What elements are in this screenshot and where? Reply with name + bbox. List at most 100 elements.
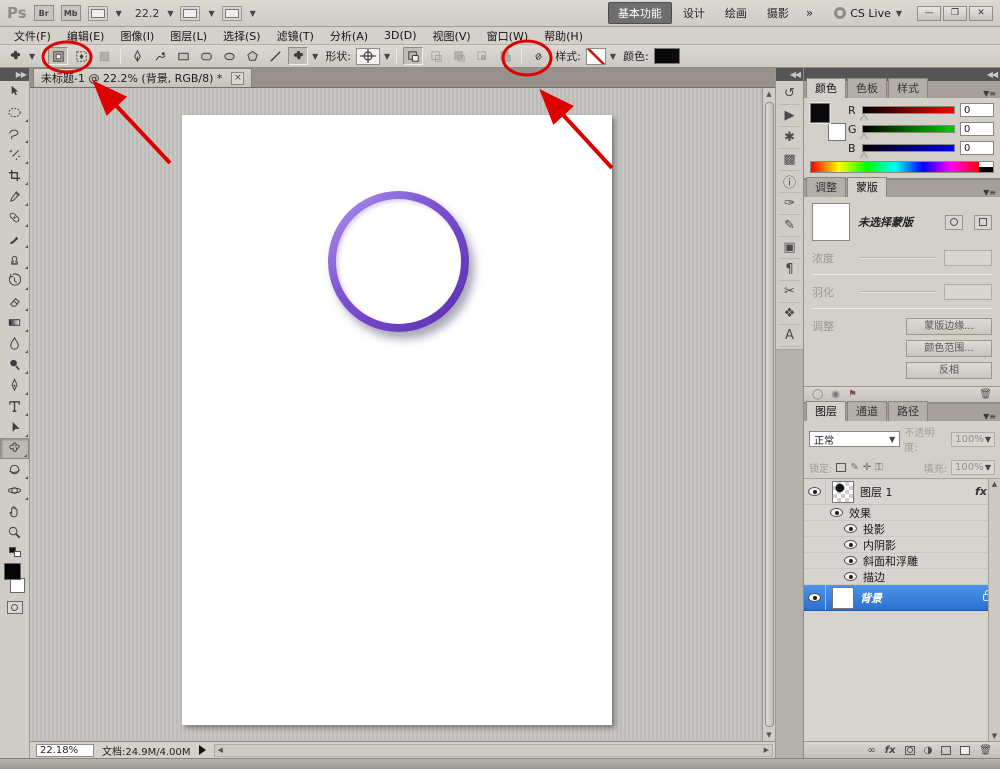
shape-color-swatch[interactable] [654, 48, 680, 64]
vertical-scroll-thumb[interactable] [765, 102, 774, 727]
background-name[interactable]: 背景 [860, 590, 983, 606]
canvas-page[interactable] [182, 115, 612, 725]
layer-row-background[interactable]: 背景 [804, 585, 1000, 611]
layer-style-fx-badge[interactable]: fx [975, 485, 987, 498]
layers-panel-menu-icon[interactable]: ▼≡ [979, 412, 1000, 421]
drop-shadow-row[interactable]: 投影 [804, 521, 1000, 537]
tab-styles[interactable]: 样式 [888, 78, 928, 98]
layers-scrollbar[interactable]: ▲ ▼ [988, 479, 1000, 741]
tab-adjustments[interactable]: 调整 [806, 177, 846, 197]
polygon-tool-button[interactable] [242, 47, 262, 65]
rectangle-tool-button[interactable] [173, 47, 193, 65]
blue-slider[interactable] [862, 144, 955, 152]
tab-swatches[interactable]: 色板 [847, 78, 887, 98]
shape-tools-dropdown-arrow[interactable]: ▼ [312, 52, 318, 61]
layers-scroll-up-icon[interactable]: ▲ [992, 480, 997, 488]
history-panel-icon[interactable]: ↺ [779, 83, 801, 105]
screen-mode-dropdown-arrow[interactable]: ▼ [250, 9, 256, 18]
canvas-horizontal-scrollbar[interactable]: ◀ ▶ [214, 744, 773, 757]
background-color-swatch[interactable] [10, 578, 25, 593]
stroke-row[interactable]: 描边 [804, 569, 1000, 585]
create-new-shape-layer-button[interactable] [403, 47, 423, 65]
hand-tool[interactable] [0, 501, 29, 522]
brush-tool[interactable] [0, 228, 29, 249]
spot-healing-brush-tool[interactable] [0, 207, 29, 228]
status-options-arrow-icon[interactable] [199, 745, 206, 755]
freeform-pen-tool-button[interactable] [150, 47, 170, 65]
blend-mode-select[interactable]: 正常 ▼ [809, 431, 900, 447]
view-extras-dropdown-arrow[interactable]: ▼ [116, 9, 122, 18]
layer-row-layer1[interactable]: 图层 1 fx ▲ [804, 479, 1000, 505]
menu-image[interactable]: 图像(I) [112, 28, 162, 44]
menu-file[interactable]: 文件(F) [6, 28, 59, 44]
intersect-shape-areas-button[interactable] [472, 47, 492, 65]
pen-tool[interactable] [0, 375, 29, 396]
menu-analysis[interactable]: 分析(A) [322, 28, 376, 44]
menu-edit[interactable]: 编辑(E) [59, 28, 113, 44]
minimize-button[interactable]: — [917, 6, 941, 21]
bevel-emboss-row[interactable]: 斜面和浮雕 [804, 553, 1000, 569]
menu-view[interactable]: 视图(V) [425, 28, 479, 44]
style-link-icon[interactable] [528, 47, 548, 65]
rounded-rectangle-tool-button[interactable] [196, 47, 216, 65]
lasso-tool[interactable] [0, 123, 29, 144]
default-colors-icon[interactable] [9, 547, 21, 557]
view-extras-icon[interactable] [88, 6, 108, 21]
type-tool[interactable] [0, 396, 29, 417]
green-slider[interactable] [862, 125, 955, 133]
quick-selection-tool[interactable] [0, 144, 29, 165]
status-zoom-input[interactable]: 22.18% [36, 744, 94, 757]
layer1-thumbnail[interactable] [832, 481, 854, 503]
workspace-photography[interactable]: 摄影 [758, 3, 798, 23]
tab-paths[interactable]: 路径 [888, 401, 928, 421]
drop-shadow-eye-icon[interactable] [844, 524, 857, 533]
red-slider-thumb[interactable] [860, 115, 868, 121]
launch-mini-bridge-button[interactable]: Mb [61, 5, 81, 21]
lock-pixels-icon[interactable]: ✎ [850, 462, 858, 473]
lock-transparency-icon[interactable] [836, 463, 846, 472]
lock-position-icon[interactable]: ✛ [863, 462, 871, 473]
document-tab[interactable]: 未标题-1 @ 22.2% (背景, RGB/8) * × [33, 68, 252, 87]
menu-window[interactable]: 窗口(W) [479, 28, 536, 44]
tool-preset-icon[interactable] [5, 47, 25, 65]
tab-channels[interactable]: 通道 [847, 401, 887, 421]
paths-mode-button[interactable] [71, 47, 91, 65]
opacity-value[interactable]: 100% ▼ [951, 432, 995, 447]
canvas-vertical-scrollbar[interactable]: ▲ ▼ [762, 88, 775, 741]
add-to-shape-area-button[interactable] [426, 47, 446, 65]
clone-stamp-tool[interactable] [0, 249, 29, 270]
shape-picker-thumbnail[interactable] [356, 48, 380, 65]
cs-live-menu[interactable]: CS Live ▼ [834, 7, 902, 20]
add-layer-mask-icon[interactable] [905, 746, 915, 755]
workspace-painting[interactable]: 绘画 [716, 3, 756, 23]
line-tool-button[interactable] [265, 47, 285, 65]
zoom-tool[interactable] [0, 522, 29, 543]
paragraph-panel-icon[interactable]: ¶ [779, 259, 801, 281]
background-thumbnail[interactable] [832, 587, 854, 609]
lock-all-icon[interactable]: ⚿ [875, 462, 883, 473]
bevel-emboss-eye-icon[interactable] [844, 556, 857, 565]
adjustments-panel-icon[interactable]: ✱ [779, 127, 801, 149]
quick-mask-button[interactable] [7, 601, 23, 614]
green-slider-thumb[interactable] [860, 134, 868, 140]
tab-masks[interactable]: 蒙版 [847, 177, 887, 197]
scroll-up-icon[interactable]: ▲ [766, 88, 771, 100]
document-close-icon[interactable]: × [231, 72, 244, 85]
color-spectrum-ramp[interactable] [810, 161, 994, 173]
eyedropper-tool[interactable] [0, 186, 29, 207]
subtract-from-shape-area-button[interactable] [449, 47, 469, 65]
layers-scroll-down-icon[interactable]: ▼ [992, 732, 997, 740]
marquee-tool[interactable] [0, 102, 29, 123]
ellipse-tool-button[interactable] [219, 47, 239, 65]
background-color-well[interactable] [828, 123, 846, 141]
link-layers-icon[interactable]: ∞ [867, 745, 875, 756]
animation-panel-icon[interactable]: ❖ [779, 303, 801, 325]
tab-color[interactable]: 颜色 [806, 78, 846, 98]
add-vector-mask-icon[interactable] [974, 215, 992, 230]
invert-button[interactable]: 反相 [906, 362, 992, 379]
actions-panel-icon[interactable]: ▶ [779, 105, 801, 127]
workspace-essentials[interactable]: 基本功能 [608, 2, 672, 24]
navigator-panel-icon[interactable]: ▩ [779, 149, 801, 171]
toolbox-collapse-header[interactable]: ▶▶ [0, 68, 29, 81]
blur-tool[interactable] [0, 333, 29, 354]
